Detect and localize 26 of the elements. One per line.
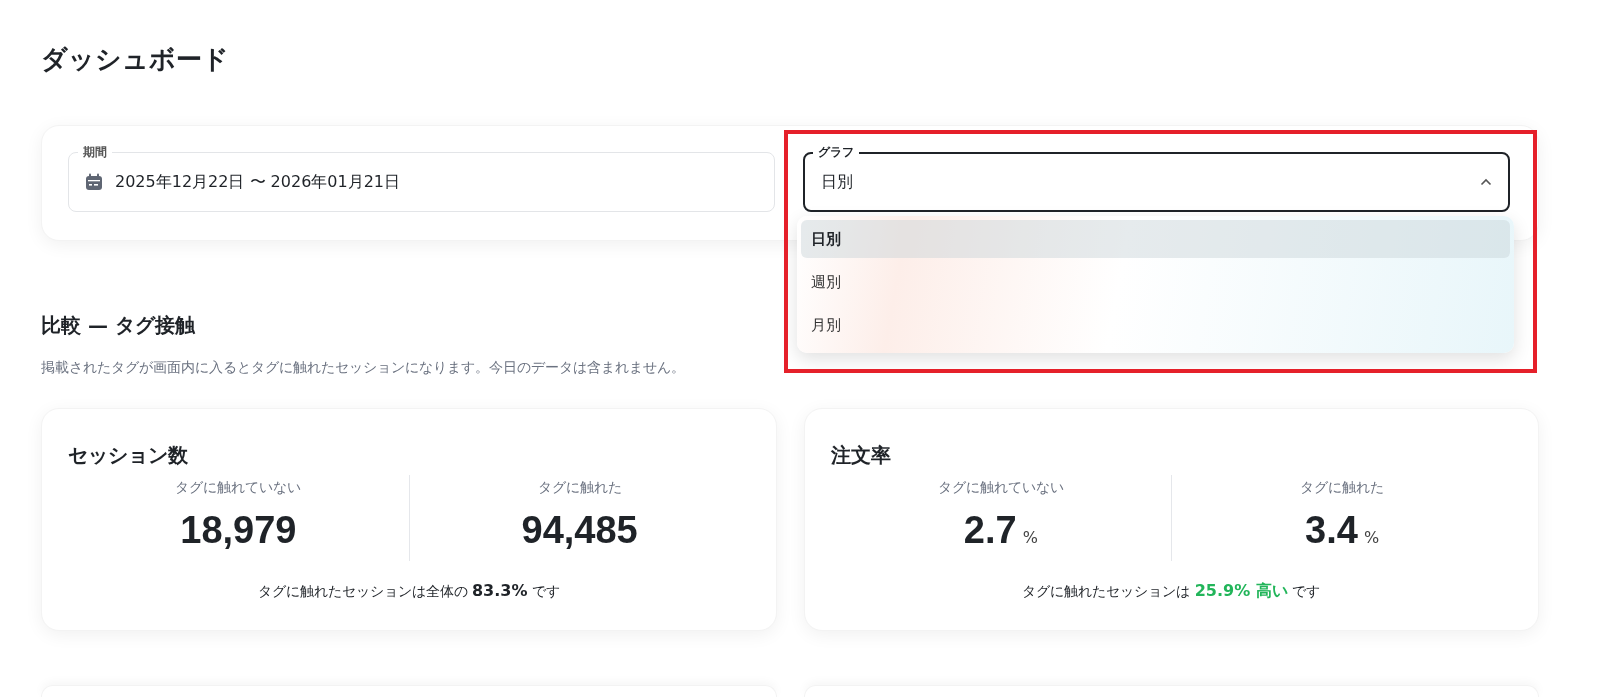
- menu-option[interactable]: 月別: [801, 306, 1510, 345]
- field-value: 2025年12月22日 〜 2026年01月21日: [115, 171, 401, 194]
- column-label: タグに触れた: [537, 478, 622, 498]
- summary-text: タグに触れたセッションは全体の 83.3% です: [256, 580, 561, 603]
- metric-value: 18,979: [180, 510, 297, 552]
- summary-text: タグに触れたセッションは 25.9% 高い です: [1021, 580, 1322, 603]
- unit-label: %: [1022, 527, 1038, 550]
- section-description: 掲載されたタグが画面内に入るとタグに触れたセッションになります。今日のデータは含まれません。: [41, 358, 686, 378]
- metric-value: 94,485: [521, 510, 638, 552]
- page-title: ダッシュボード: [41, 44, 230, 76]
- select-value: 日別: [821, 171, 854, 194]
- metric-value: 2.7: [963, 510, 1017, 552]
- calendar-icon: [85, 173, 103, 192]
- card-title: セッション数: [68, 443, 189, 468]
- chevron-icon: [1480, 178, 1492, 187]
- column-label: タグに触れていない: [937, 478, 1064, 498]
- field-label: グラフ: [813, 144, 859, 161]
- column-label: タグに触れていない: [175, 478, 302, 498]
- metric-value: 3.4: [1305, 510, 1358, 552]
- section-title: 比較 — タグ接触: [41, 313, 195, 338]
- field-label: 期間: [78, 144, 112, 161]
- card-title: 注文率: [830, 443, 892, 468]
- column-label: タグに触れた: [1300, 478, 1385, 498]
- unit-label: %: [1363, 527, 1380, 550]
- menu-option[interactable]: 日別: [801, 220, 1510, 259]
- menu-option[interactable]: 週別: [801, 263, 1510, 302]
